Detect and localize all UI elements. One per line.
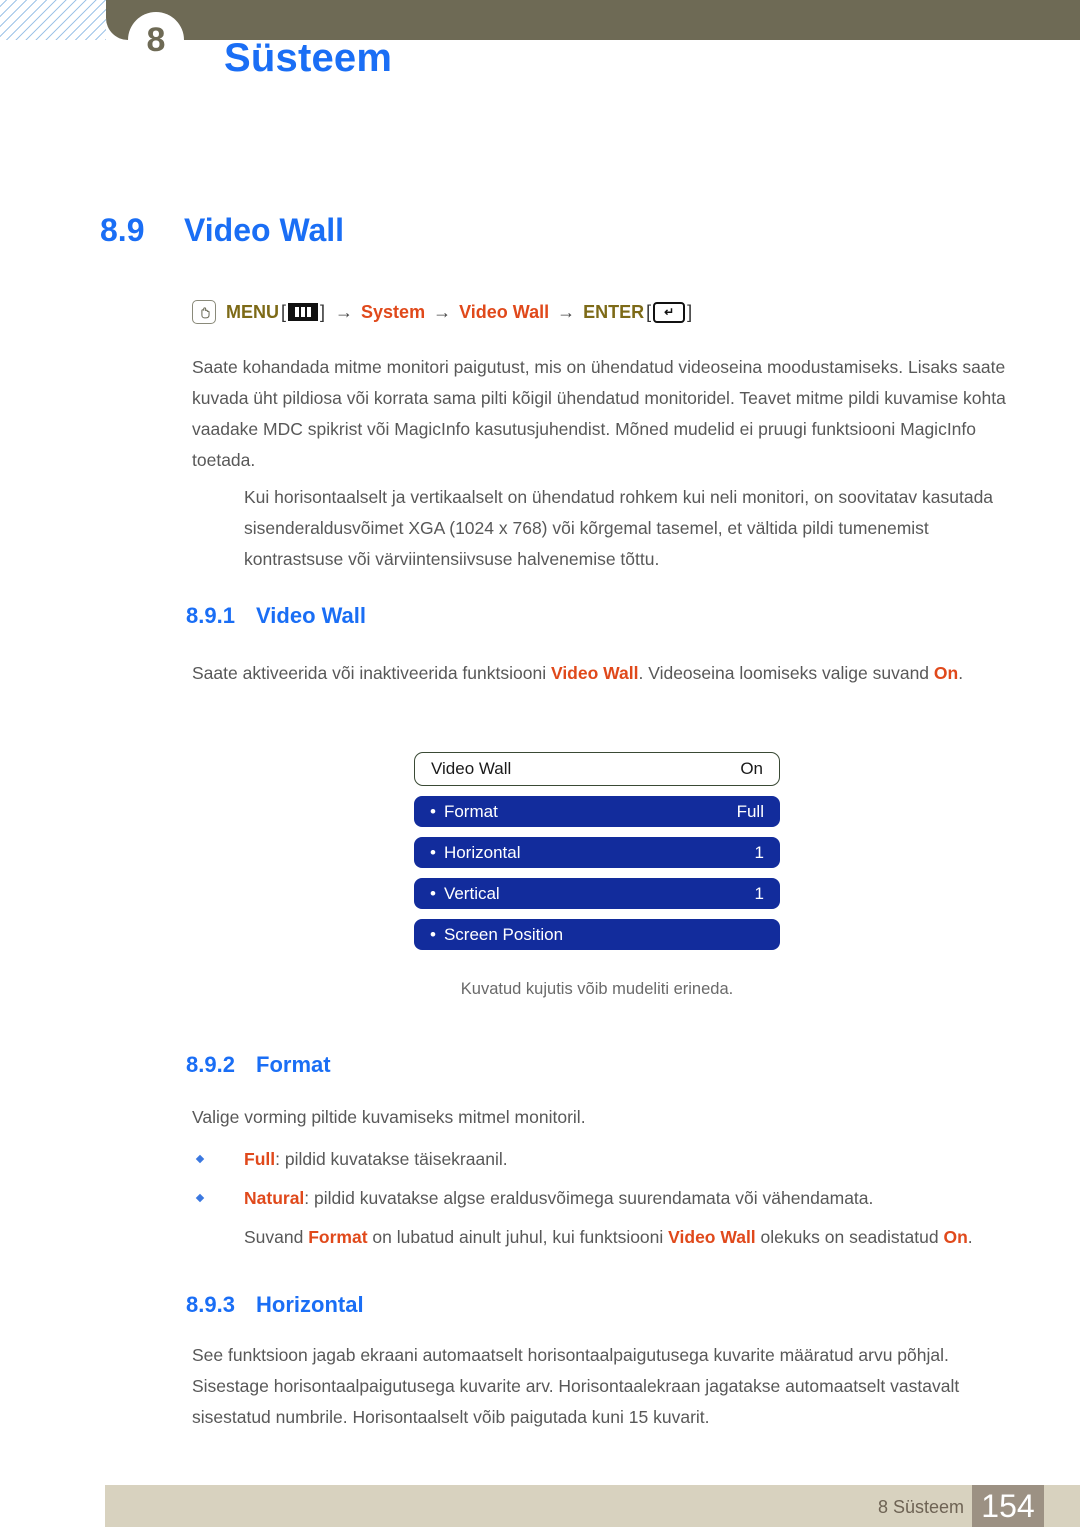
osd-title-value: On [740,759,763,778]
body-text-part-2: . Videoseina loomiseks valige suvand [638,663,934,683]
menu-bars-icon [288,303,319,321]
subsection-body-8-9-3: See funktsioon jagab ekraani automaatsel… [192,1345,960,1427]
subsection-body-8-9-2: Valige vorming piltide kuvamiseks mitmel… [192,1107,586,1127]
note-text-part-1: Suvand [244,1227,309,1247]
subsection-body-8-9-1: Saate aktiveerida või inaktiveerida funk… [192,658,1010,689]
bracket-open-2: [ [646,301,652,322]
hand-press-icon [192,300,216,324]
osd-value-horizontal: 1 [754,842,764,862]
bullet-text-natural: : pildid kuvatakse algse eraldusvõimega … [304,1188,874,1208]
subsection-number-8-9-1: 8.9.1 [186,603,235,628]
osd-value-vertical: 1 [754,883,764,903]
osd-title-label: Video Wall [431,759,512,778]
osd-label-screen-position: Screen Position [430,925,563,945]
highlight-video-wall: Video Wall [550,663,639,683]
note-paragraph-resolution: Kui horisontaalselt ja vertikaalselt on … [244,487,994,569]
page-title: Süsteem [224,36,393,80]
corner-hatch-decoration [0,0,106,40]
enter-key-label: ENTER [583,301,645,322]
bracket-close-2: ] [687,301,693,322]
section-title: Video Wall [184,212,345,248]
osd-row-vertical[interactable]: Vertical 1 [414,878,780,909]
bracket-close-1: ] [320,301,326,322]
osd-value-format: Full [736,801,764,821]
bullet-term-full: Full [244,1149,276,1169]
chapter-number-badge: 8 [128,12,184,68]
subsection-title-8-9-2: Format [256,1052,331,1077]
menu-item-video-wall: Video Wall [459,301,550,322]
highlight-on: On [933,663,959,683]
footer-page-number: 154 [972,1485,1044,1527]
note-paragraph-format: Suvand Format on lubatud ainult juhul, k… [244,1222,1012,1253]
bullet-text-full: : pildid kuvatakse täisekraanil. [275,1149,508,1169]
enter-return-icon: ↵ [653,301,686,323]
path-arrow-2: → [433,301,452,322]
bullet-diamond-icon [195,1154,205,1164]
menu-key-label: MENU [226,301,279,322]
bullet-term-natural: Natural [244,1188,305,1208]
subsection-heading-8-9-1: 8.9.1 Video Wall [186,603,366,629]
intro-paragraph: Saate kohandada mitme monitori paigutust… [192,357,1006,470]
osd-label-vertical: Vertical [430,884,500,904]
subsection-heading-8-9-2: 8.9.2 Format [186,1052,331,1078]
note-text-part-3: olekuks on seadistatud [755,1227,944,1247]
osd-label-format: Format [430,802,498,822]
path-arrow-3: → [557,301,576,322]
bracket-open-1: [ [281,301,287,322]
note-text-part-4: . [967,1227,973,1247]
section-number: 8.9 [100,212,145,248]
footer-chapter-label: 8 Süsteem [877,1497,964,1517]
section-heading-8-9: 8.9 Video Wall [100,212,344,249]
note-text-part-2: on lubatud ainult juhul, kui funktsiooni [367,1227,669,1247]
body-text-part-1: Saate aktiveerida või inaktiveerida funk… [192,663,551,683]
osd-title-row[interactable]: Video Wall On [414,752,780,786]
osd-menu-mockup: Video Wall On Format Full Horizontal 1 V… [414,752,780,960]
subsection-number-8-9-3: 8.9.3 [186,1292,235,1317]
osd-row-screen-position[interactable]: Screen Position [414,919,780,950]
osd-caption: Kuvatud kujutis võib mudeliti erineda. [460,980,734,998]
header-bar [106,0,1080,40]
list-item-natural: Natural: pildid kuvatakse algse eraldusv… [192,1183,1010,1214]
body-text-part-3: . [958,663,964,683]
osd-label-horizontal: Horizontal [430,843,521,863]
subsection-title-8-9-1: Video Wall [256,603,367,628]
path-arrow-1: → [335,301,354,322]
subsection-number-8-9-2: 8.9.2 [186,1052,235,1077]
menu-path-breadcrumb: MENU [ ] → System → Video Wall → ENTER [… [192,300,694,324]
osd-row-horizontal[interactable]: Horizontal 1 [414,837,780,868]
note-highlight-on: On [943,1227,968,1247]
subsection-heading-8-9-3: 8.9.3 Horizontal [186,1292,364,1318]
note-highlight-format: Format [308,1227,368,1247]
osd-row-format[interactable]: Format Full [414,796,780,827]
note-highlight-video-wall: Video Wall [668,1227,756,1247]
menu-item-system: System [361,301,426,322]
subsection-title-8-9-3: Horizontal [256,1292,364,1317]
list-item-full: Full: pildid kuvatakse täisekraanil. [192,1144,1010,1175]
bullet-diamond-icon [195,1193,205,1203]
